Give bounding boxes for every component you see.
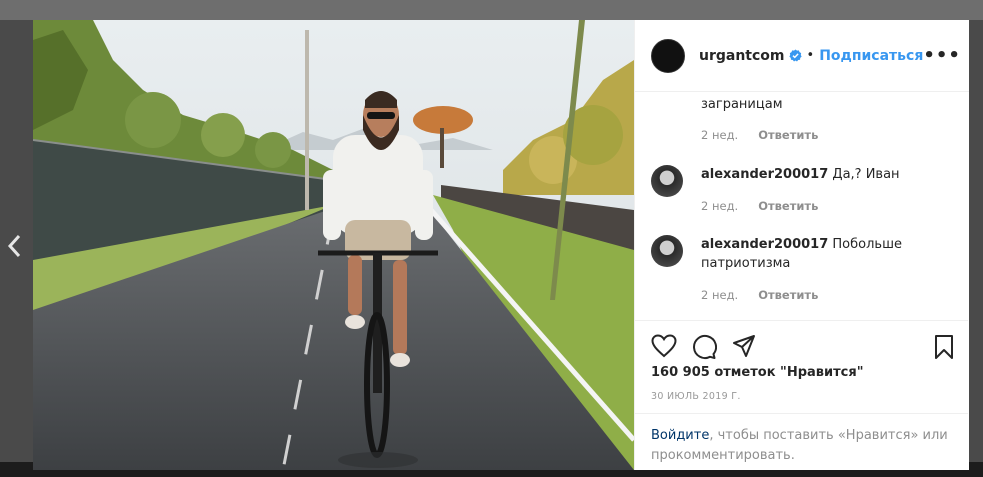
comment-username[interactable]: alexander200017 xyxy=(701,167,828,182)
comment-body-line2: патриотизма xyxy=(701,256,791,271)
post-modal: urgantcom • Подписаться ••• заграницам 2… xyxy=(33,20,969,470)
likes-count[interactable]: 160 905 отметок "Нравится" xyxy=(651,365,863,380)
comment-meta: 2 нед. Ответить xyxy=(701,288,818,302)
comment-text: alexander200017 Да,? Иван xyxy=(701,165,951,184)
share-send-icon[interactable] xyxy=(732,334,756,362)
comment-body: Да,? Иван xyxy=(832,167,900,182)
login-link[interactable]: Войдите xyxy=(651,428,709,443)
post-actions: 160 905 отметок "Нравится" 30 ИЮЛЬ 2019 … xyxy=(635,320,968,421)
page-backdrop xyxy=(0,0,983,20)
post-author-username[interactable]: urgantcom xyxy=(699,48,785,64)
verified-badge-icon xyxy=(788,49,802,62)
comment-time[interactable]: 2 нед. xyxy=(701,199,738,213)
chevron-left-icon xyxy=(7,234,21,258)
post-header: urgantcom • Подписаться ••• xyxy=(635,20,969,92)
comment-body: Побольше xyxy=(832,237,902,252)
avatar[interactable] xyxy=(651,38,685,73)
post-side-panel: urgantcom • Подписаться ••• заграницам 2… xyxy=(634,20,969,470)
post-photo[interactable] xyxy=(33,20,634,470)
separator-dot: • xyxy=(806,48,815,63)
comment-meta: 2 нед. Ответить xyxy=(701,128,818,142)
list-item: alexander200017 Да,? Иван 2 нед. Ответит… xyxy=(635,163,968,233)
post-date[interactable]: 30 ИЮЛЬ 2019 Г. xyxy=(651,391,741,402)
comment-bubble-icon[interactable] xyxy=(691,334,718,364)
login-prompt: Войдите, чтобы поставить «Нравится» или … xyxy=(635,413,968,466)
follow-button[interactable]: Подписаться xyxy=(819,48,923,64)
comments-list[interactable]: заграницам 2 нед. Ответить alexander2000… xyxy=(635,93,968,321)
more-options-icon[interactable]: ••• xyxy=(923,45,961,66)
comment-text: заграницам xyxy=(701,97,783,112)
comment-time[interactable]: 2 нед. xyxy=(701,288,738,302)
reply-button[interactable]: Ответить xyxy=(758,199,818,213)
bookmark-icon[interactable] xyxy=(934,334,954,364)
list-item: заграницам 2 нед. Ответить xyxy=(635,93,968,163)
reply-button[interactable]: Ответить xyxy=(758,128,818,142)
avatar[interactable] xyxy=(651,165,683,197)
cyclist-road-photo xyxy=(33,20,634,470)
reply-button[interactable]: Ответить xyxy=(758,288,818,302)
comment-time[interactable]: 2 нед. xyxy=(701,128,738,142)
avatar[interactable] xyxy=(651,235,683,267)
comment-username[interactable]: alexander200017 xyxy=(701,237,828,252)
previous-post-button[interactable] xyxy=(4,232,24,260)
comment-meta: 2 нед. Ответить xyxy=(701,199,818,213)
comment-text: alexander200017 Побольше патриотизма xyxy=(701,235,951,273)
list-item: alexander200017 Побольше патриотизма 2 н… xyxy=(635,233,968,321)
like-heart-icon[interactable] xyxy=(651,334,677,362)
